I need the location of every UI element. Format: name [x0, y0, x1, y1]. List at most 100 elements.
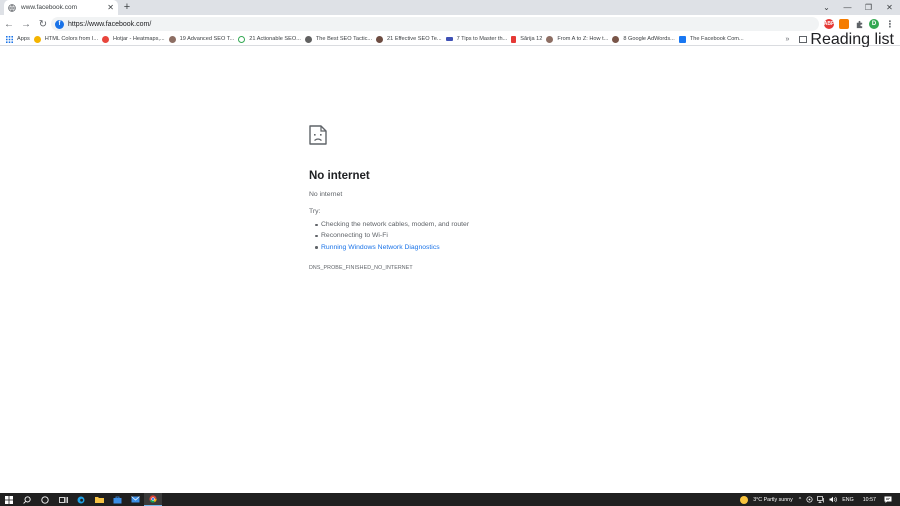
bookmark-label: 21 Actionable SEO...	[249, 36, 301, 42]
taskbar-edge[interactable]	[72, 493, 90, 506]
bookmark-label: Sărija 12	[520, 36, 543, 42]
bookmark-label: The Facebook Com...	[689, 36, 744, 42]
bookmark-item[interactable]: The Facebook Com...	[678, 33, 748, 46]
chevron-up-icon[interactable]: ^	[799, 497, 802, 503]
clock[interactable]: 10:57	[863, 497, 876, 503]
adblock-extension-icon[interactable]: ABP	[824, 19, 834, 29]
forward-arrow-icon: →	[21, 18, 31, 30]
bookmark-item[interactable]: Sărija 12	[511, 33, 546, 46]
bookmark-item[interactable]: 19 Advanced SEO T...	[168, 33, 239, 46]
store-bag-icon	[113, 496, 121, 503]
bookmark-item[interactable]: 8 Google AdWords...	[612, 33, 679, 46]
bookmark-item[interactable]: 21 Actionable SEO...	[238, 33, 305, 46]
close-tab-icon[interactable]: ✕	[107, 3, 114, 12]
search-icon	[23, 495, 31, 504]
start-button[interactable]	[0, 493, 18, 506]
bookmark-label: From A to Z: How t...	[557, 36, 609, 42]
taskbar-mail[interactable]	[126, 493, 144, 506]
tab-search-icon[interactable]: ⌄	[816, 0, 837, 15]
bookmark-item[interactable]: 7 Tips to Master th...	[445, 33, 512, 46]
bookmark-item[interactable]: From A to Z: How t...	[546, 33, 612, 46]
system-tray: 3°C Partly sunny ^ ENG 10:57	[740, 493, 900, 506]
bookmark-label: 7 Tips to Master th...	[456, 36, 508, 42]
forward-button[interactable]: →	[18, 16, 34, 32]
bookmark-favicon-icon	[102, 35, 109, 43]
suggestion-list: Checking the network cables, modem, and …	[309, 219, 609, 253]
bookmark-label: Apps	[17, 36, 30, 42]
bookmark-label: HTML Colors from I...	[44, 36, 98, 42]
taskbar-store[interactable]	[108, 493, 126, 506]
profile-avatar[interactable]: D	[869, 19, 879, 29]
task-view-icon	[58, 496, 68, 503]
bookmark-label: Hotjar - Heatmaps,...	[113, 36, 165, 42]
restore-button[interactable]: ❐	[858, 0, 879, 15]
reload-button[interactable]: ↻	[35, 16, 51, 32]
try-label: Try:	[309, 208, 321, 215]
close-window-button[interactable]: ✕	[879, 0, 900, 15]
bookmark-favicon-icon	[511, 35, 517, 43]
bookmark-item[interactable]: HTML Colors from I...	[33, 33, 102, 46]
bookmark-favicon-icon	[33, 35, 41, 43]
tab-title: www.facebook.com	[21, 4, 77, 11]
language-indicator[interactable]: ENG	[842, 497, 853, 503]
bookmark-favicon-icon	[376, 35, 384, 43]
bookmarks-right: » Reading list	[785, 31, 894, 49]
page-content: No internet No internet Try: Checking th…	[0, 47, 900, 493]
windows-logo-icon	[5, 495, 13, 504]
mail-icon	[130, 496, 140, 503]
bookmark-favicon-icon	[612, 35, 620, 43]
network-diagnostics-link[interactable]: Running Windows Network Diagnostics	[315, 242, 609, 253]
suggestion-item: Reconnecting to Wi-Fi	[315, 230, 609, 241]
reading-list-button[interactable]: Reading list	[810, 31, 894, 49]
new-tab-button[interactable]: +	[121, 1, 133, 13]
edge-icon	[77, 496, 85, 503]
site-info-icon[interactable]: f	[55, 19, 64, 29]
error-container: No internet No internet Try: Checking th…	[309, 125, 609, 271]
bookmark-apps[interactable]: Apps	[6, 33, 34, 46]
colorpick-extension-icon[interactable]	[839, 19, 849, 29]
weather-icon	[740, 495, 749, 504]
sad-document-icon	[309, 125, 327, 145]
bookmark-favicon-icon	[238, 35, 246, 43]
taskbar-explorer[interactable]	[90, 493, 108, 506]
bookmark-favicon-icon	[168, 35, 176, 43]
search-button[interactable]	[18, 493, 36, 506]
bookmark-label: 19 Advanced SEO T...	[179, 36, 235, 42]
back-button[interactable]: ←	[1, 16, 17, 32]
error-subheading: No internet	[309, 191, 343, 198]
bookmarks-bar: Apps HTML Colors from I... Hotjar - Heat…	[0, 31, 900, 49]
taskbar-chrome[interactable]	[144, 493, 162, 506]
chrome-icon	[149, 495, 157, 503]
puzzle-icon	[856, 20, 862, 28]
bookmark-favicon-icon	[304, 35, 312, 43]
facebook-icon	[678, 35, 686, 43]
puzzle-extensions-icon[interactable]	[854, 19, 864, 29]
tab-facebook[interactable]: www.facebook.com ✕	[4, 0, 118, 15]
task-view-button[interactable]	[54, 493, 72, 506]
bookmark-favicon-icon	[546, 35, 554, 43]
minimize-button[interactable]: —	[837, 0, 858, 15]
address-bar[interactable]: f https://www.facebook.com/	[51, 17, 819, 31]
error-heading: No internet	[309, 170, 370, 182]
weather-widget[interactable]: 3°C Partly sunny	[753, 497, 793, 503]
cortana-circle-icon	[41, 495, 49, 504]
more-bookmarks-icon[interactable]: »	[785, 36, 789, 43]
url-text: https://www.facebook.com/	[68, 20, 152, 28]
bookmark-favicon-icon	[445, 37, 453, 41]
notification-icon[interactable]	[884, 496, 892, 504]
bookmark-label: The Best SEO Tactic...	[315, 36, 373, 42]
windows-taskbar: 3°C Partly sunny ^ ENG 10:57	[0, 493, 900, 506]
network-icon[interactable]	[817, 496, 825, 503]
back-arrow-icon: ←	[4, 18, 14, 30]
bookmark-label: 21 Effective SEO Te...	[387, 36, 442, 42]
bookmark-item[interactable]: Hotjar - Heatmaps,...	[102, 33, 169, 46]
cortana-button[interactable]	[36, 493, 54, 506]
chrome-menu-icon[interactable]: ⋮	[884, 19, 896, 29]
bookmark-item[interactable]: 21 Effective SEO Te...	[376, 33, 446, 46]
error-code: DNS_PROBE_FINISHED_NO_INTERNET	[309, 264, 413, 271]
volume-icon[interactable]	[829, 496, 838, 503]
globe-icon	[8, 3, 16, 12]
apps-grid-icon	[6, 35, 13, 43]
location-icon[interactable]	[806, 496, 813, 503]
bookmark-item[interactable]: The Best SEO Tactic...	[304, 33, 376, 46]
